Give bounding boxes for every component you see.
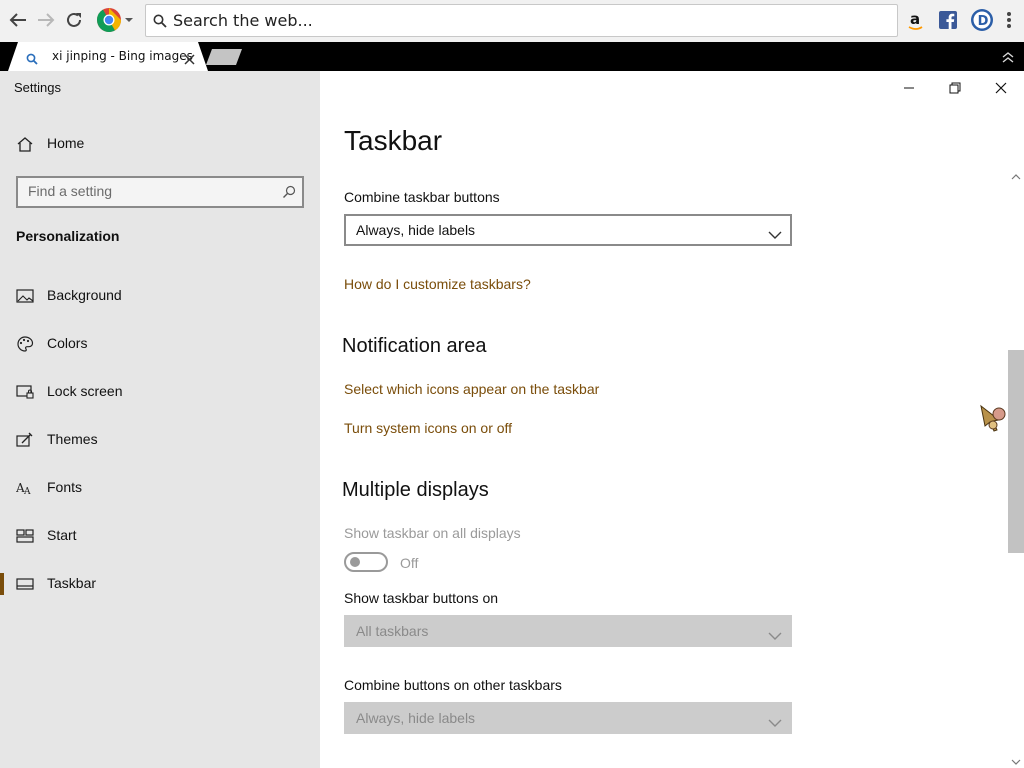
svg-text:a: a [910,10,920,28]
combine-other-dropdown[interactable]: Always, hide labels [344,702,792,734]
themes-icon [16,432,34,448]
sidebar-item-colors[interactable]: Colors [0,324,320,364]
new-tab-button[interactable] [206,49,242,69]
chevron-down-icon [768,626,782,645]
tab-active[interactable]: xi jinping - Bing images [8,42,208,71]
sidebar-item-label: Start [47,527,77,543]
taskbar-icon [16,576,34,592]
close-tab-icon[interactable] [184,50,195,69]
menu-icon[interactable] [1000,7,1018,33]
sidebar-item-label: Fonts [47,479,83,495]
sidebar-item-label: Home [47,135,85,151]
back-icon[interactable] [6,7,30,33]
search-placeholder: Find a setting [28,183,113,199]
search-icon [153,13,167,32]
sidebar-item-label: Taskbar [47,575,97,591]
sidebar-item-taskbar[interactable]: Taskbar [0,564,320,604]
notification-area-heading: Notification area [342,335,487,357]
scroll-down-arrow[interactable] [1008,753,1024,768]
page-title: Taskbar [344,125,443,156]
sidebar-item-lock-screen[interactable]: Lock screen [0,372,320,412]
sidebar-item-label: Colors [47,335,88,351]
multiple-displays-heading: Multiple displays [342,479,489,501]
chevron-down-icon [768,713,782,732]
combine-other-label: Combine buttons on other taskbars [344,677,562,693]
dropdown-value: All taskbars [356,623,429,639]
chrome-logo-icon[interactable] [96,7,136,33]
select-icons-link[interactable]: Select which icons appear on the taskbar [344,381,599,397]
window-title: Settings [14,80,61,95]
show-all-displays-toggle[interactable] [344,552,388,572]
picture-icon [16,288,34,304]
facebook-icon[interactable] [936,7,960,33]
minimize-button[interactable] [894,79,924,97]
show-all-displays-label: Show taskbar on all displays [344,525,521,541]
dropdown-value: Always, hide labels [356,222,476,238]
d-extension-icon[interactable]: D [970,7,994,33]
palette-icon [16,336,34,352]
omnibox-placeholder: Search the web... [173,11,313,30]
toggle-knob [350,557,360,567]
sidebar-item-home[interactable]: Home [0,124,320,164]
amazon-icon[interactable]: a [904,7,928,33]
restore-button[interactable] [940,79,970,97]
search-input[interactable]: Find a setting [16,176,304,208]
svg-text:A: A [23,487,31,496]
toggle-state: Off [400,555,419,571]
chevron-up-icon[interactable] [1001,49,1015,68]
omnibox[interactable]: Search the web... [145,4,898,37]
search-favicon-icon [26,50,38,69]
scrollbar-thumb[interactable] [1008,350,1024,553]
customize-taskbars-link[interactable]: How do I customize taskbars? [344,276,531,292]
selection-indicator [0,573,4,595]
chevron-down-icon [768,225,782,244]
sidebar-item-label: Background [47,287,122,303]
settings-content: Taskbar Combine taskbar buttons Always, … [320,71,1024,768]
sidebar-item-label: Themes [47,431,98,447]
lock-screen-icon [16,384,34,400]
tab-strip: xi jinping - Bing images [0,42,1024,71]
combine-buttons-dropdown[interactable]: Always, hide labels [344,214,792,246]
close-button[interactable] [986,79,1016,97]
dropdown-value: Always, hide labels [356,710,476,726]
sidebar-item-label: Lock screen [47,383,123,399]
forward-icon[interactable] [34,7,58,33]
settings-sidebar: Settings Home Find a setting Personaliza… [0,71,320,768]
svg-text:D: D [978,14,989,29]
combine-buttons-label: Combine taskbar buttons [344,189,500,205]
reload-icon[interactable] [62,7,86,33]
browser-toolbar: Search the web... a D [0,0,1024,42]
sidebar-item-themes[interactable]: Themes [0,420,320,460]
sidebar-item-start[interactable]: Start [0,516,320,556]
sidebar-item-fonts[interactable]: AA Fonts [0,468,320,508]
start-icon [16,528,34,544]
show-buttons-on-dropdown[interactable]: All taskbars [344,615,792,647]
system-icons-link[interactable]: Turn system icons on or off [344,420,512,436]
tab-title: xi jinping - Bing images [52,49,193,63]
show-buttons-on-label: Show taskbar buttons on [344,590,499,606]
fonts-icon: AA [15,480,34,497]
mouse-cursor-icon [977,400,1013,440]
scroll-up-arrow[interactable] [1008,168,1024,187]
home-icon [16,136,34,152]
sidebar-item-background[interactable]: Background [0,276,320,316]
search-icon [282,184,296,203]
section-heading: Personalization [16,228,120,244]
